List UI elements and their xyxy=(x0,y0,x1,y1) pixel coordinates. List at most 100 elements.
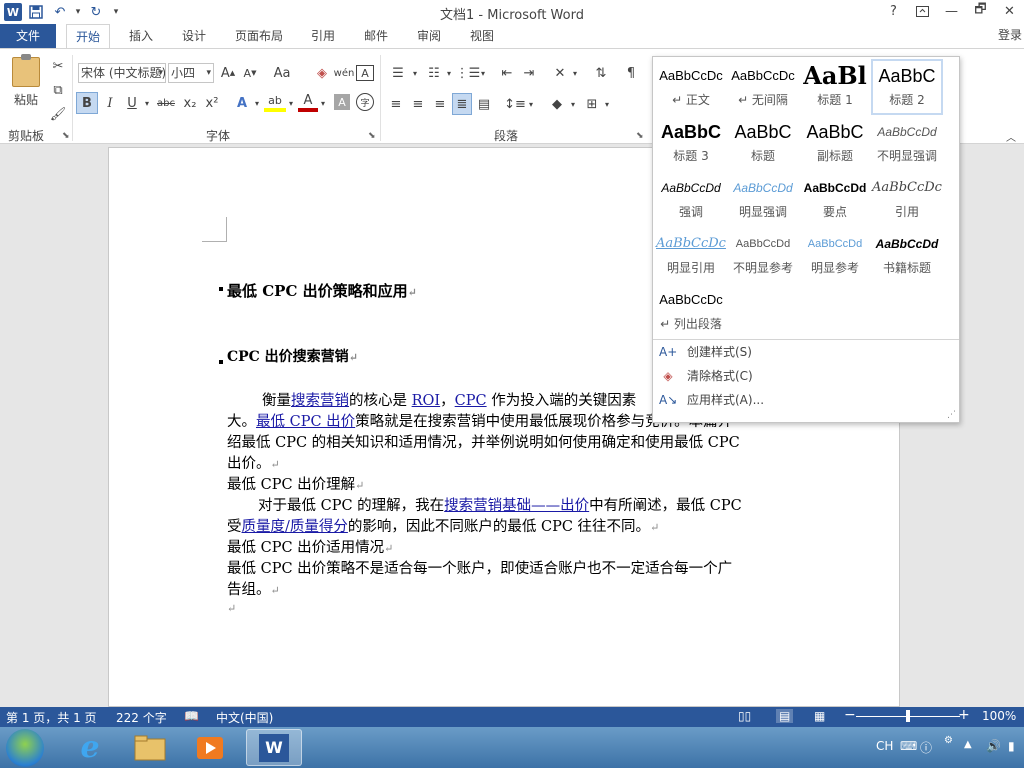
resize-grip-icon[interactable]: ⋰ xyxy=(947,410,956,420)
subscript-button[interactable]: x₂ xyxy=(180,92,200,114)
chevron-down-icon[interactable]: ▾ xyxy=(410,62,420,84)
ime-settings-icon[interactable]: ⚙ xyxy=(944,735,953,746)
text-effects-icon[interactable]: A xyxy=(232,92,252,114)
style-subtle-emphasis[interactable]: AaBbCcDd 不明显强调 xyxy=(871,117,943,171)
redo-icon[interactable]: ↻ xyxy=(86,2,106,22)
clear-formatting-command[interactable]: ◈ 清除格式(C) xyxy=(659,365,752,387)
tab-insert[interactable]: 插入 xyxy=(122,24,160,48)
paste-button[interactable]: 粘贴 xyxy=(6,54,46,121)
page-count[interactable]: 第 1 页，共 1 页 xyxy=(6,709,97,726)
undo-icon[interactable]: ↶ xyxy=(50,2,70,22)
ribbon-display-options-icon[interactable] xyxy=(908,0,937,22)
restore-button[interactable]: 🗗 xyxy=(966,0,995,22)
shrink-font-icon[interactable]: A ▼ xyxy=(240,62,260,84)
paragraph-shading-icon[interactable]: ◆ xyxy=(546,93,568,115)
paragraph-2-line-2[interactable]: 受质量度/质量得分的影响，因此不同账户的最低 CPC 往往不同。↵ xyxy=(227,515,659,536)
align-center-icon[interactable]: ≡ xyxy=(408,93,428,115)
tab-home[interactable]: 开始 xyxy=(66,24,110,49)
language-indicator[interactable]: 中文(中国) xyxy=(216,709,273,726)
phonetic-guide-icon[interactable]: wén xyxy=(334,62,355,84)
close-button[interactable]: ✕ xyxy=(995,0,1024,22)
tab-design[interactable]: 设计 xyxy=(175,24,213,48)
superscript-button[interactable]: x² xyxy=(202,92,222,114)
align-left-icon[interactable]: ≡ xyxy=(386,93,406,115)
numbering-icon[interactable]: ☷ xyxy=(422,62,446,84)
style-list-paragraph[interactable]: AaBbCcDc ↵ 列出段落 xyxy=(655,285,727,339)
undo-dropdown-icon[interactable]: ▾ xyxy=(74,2,82,22)
font-color-icon[interactable]: A xyxy=(298,92,318,112)
chevron-down-icon[interactable]: ▾ xyxy=(318,92,328,114)
copy-icon[interactable]: ⧉ xyxy=(48,79,68,101)
link-search-marketing[interactable]: 搜索营销 xyxy=(291,393,349,409)
sort-icon[interactable]: ⇅ xyxy=(590,62,612,84)
subheading-applicability[interactable]: 最低 CPC 出价适用情况↵ xyxy=(227,536,393,557)
internet-explorer-icon[interactable]: e xyxy=(62,729,118,766)
chevron-down-icon[interactable]: ▾ xyxy=(252,92,262,114)
style-intense-emphasis[interactable]: AaBbCcDd 明显强调 xyxy=(727,173,799,227)
network-icon[interactable]: ▮ xyxy=(1008,739,1015,753)
word-count[interactable]: 222 个字 xyxy=(116,709,167,726)
subheading-understanding[interactable]: 最低 CPC 出价理解↵ xyxy=(227,473,364,494)
save-icon[interactable] xyxy=(26,2,46,22)
chevron-down-icon[interactable]: ▾ xyxy=(526,93,536,115)
heading-2[interactable]: CPC 出价搜索营销↵ xyxy=(227,346,358,366)
help-tray-icon[interactable]: ⓘ xyxy=(920,739,932,756)
format-painter-icon[interactable]: 🖌 xyxy=(48,103,68,125)
character-shading-icon[interactable]: A xyxy=(334,94,350,110)
chevron-down-icon[interactable]: ▾ xyxy=(444,62,454,84)
paragraph-dialog-launcher-icon[interactable]: ⬊ xyxy=(636,131,644,141)
bold-button[interactable]: B xyxy=(76,92,98,114)
print-layout-icon[interactable]: ▤ xyxy=(776,709,794,723)
link-min-cpc-bid[interactable]: 最低 CPC 出价 xyxy=(256,414,355,430)
sign-in-link[interactable]: 登录 xyxy=(998,26,1022,43)
style-heading-3[interactable]: AaBbC 标题 3 xyxy=(655,117,727,171)
tab-review[interactable]: 审阅 xyxy=(410,24,448,48)
font-name-combo[interactable]: 宋体 (中文标题) ▾ xyxy=(78,63,166,83)
clear-formatting-icon[interactable]: ◈ xyxy=(312,62,332,84)
strikethrough-button[interactable]: abc xyxy=(154,92,178,114)
style-book-title[interactable]: AaBbCcDd 书籍标题 xyxy=(871,229,943,283)
style-title[interactable]: AaBbC 标题 xyxy=(727,117,799,171)
heading-1[interactable]: 最低 CPC 出价策略和应用↵ xyxy=(227,280,417,301)
proofing-icon[interactable]: 📖 xyxy=(184,709,199,723)
highlight-color-icon[interactable]: ab xyxy=(264,92,286,112)
create-style-command[interactable]: A+ 创建样式(S) xyxy=(659,341,752,363)
chevron-down-icon[interactable]: ▾ xyxy=(602,93,612,115)
increase-indent-icon[interactable]: ⇥ xyxy=(518,62,540,84)
style-strong[interactable]: AaBbCcDd 要点 xyxy=(799,173,871,227)
web-layout-icon[interactable]: ▦ xyxy=(814,709,825,723)
show-marks-icon[interactable]: ¶ xyxy=(620,62,642,84)
paragraph-3-line-2[interactable]: 告组。↵ xyxy=(227,578,280,599)
style-no-spacing[interactable]: AaBbCcDc ↵ 无间隔 xyxy=(727,61,799,115)
link-quality-score[interactable]: 质量度/质量得分 xyxy=(242,519,348,535)
underline-button[interactable]: U xyxy=(122,92,142,114)
distributed-icon[interactable]: ▤ xyxy=(474,93,494,115)
link-roi[interactable]: ROI xyxy=(412,393,441,409)
style-intense-reference[interactable]: AaBbCcDd 明显参考 xyxy=(799,229,871,283)
style-heading-2[interactable]: AaBbC 标题 2 xyxy=(871,59,943,115)
font-dialog-launcher-icon[interactable]: ⬊ xyxy=(368,131,376,141)
start-button[interactable] xyxy=(6,729,44,767)
paragraph-1-line-3[interactable]: 绍最低 CPC 的相关知识和适用情况，并举例说明如何使用确定和使用最低 CPC xyxy=(227,431,740,452)
asian-layout-icon[interactable]: ✕ xyxy=(548,62,572,84)
style-emphasis[interactable]: AaBbCcDd 强调 xyxy=(655,173,727,227)
justify-icon[interactable]: ≣ xyxy=(452,93,472,115)
multilevel-list-icon[interactable]: ⋮☰ xyxy=(456,62,481,84)
style-quote[interactable]: AaBbCcDc 引用 xyxy=(871,173,943,227)
style-subtle-reference[interactable]: AaBbCcDd 不明显参考 xyxy=(727,229,799,283)
zoom-in-button[interactable]: + xyxy=(958,707,970,723)
word-app-icon[interactable]: W xyxy=(4,3,22,21)
zoom-slider-thumb[interactable] xyxy=(906,710,910,722)
read-mode-icon[interactable]: ▯▯ xyxy=(738,709,751,723)
apply-styles-command[interactable]: A↘ 应用样式(A)... xyxy=(659,389,764,411)
zoom-out-button[interactable]: − xyxy=(844,707,856,723)
minimize-button[interactable]: — xyxy=(937,0,966,22)
borders-icon[interactable]: ⊞ xyxy=(582,93,602,115)
customize-qat-icon[interactable]: ▾ xyxy=(110,2,122,22)
chevron-down-icon[interactable]: ▾ xyxy=(568,93,578,115)
enclose-characters-icon[interactable]: 字 xyxy=(356,93,374,111)
bullets-icon[interactable]: ☰ xyxy=(386,62,410,84)
zoom-level[interactable]: 100% xyxy=(982,709,1016,723)
align-right-icon[interactable]: ≡ xyxy=(430,93,450,115)
paragraph-1-line-1[interactable]: 衡量搜索营销的核心是 ROI，CPC 作为投入端的关键因素 xyxy=(262,389,636,410)
